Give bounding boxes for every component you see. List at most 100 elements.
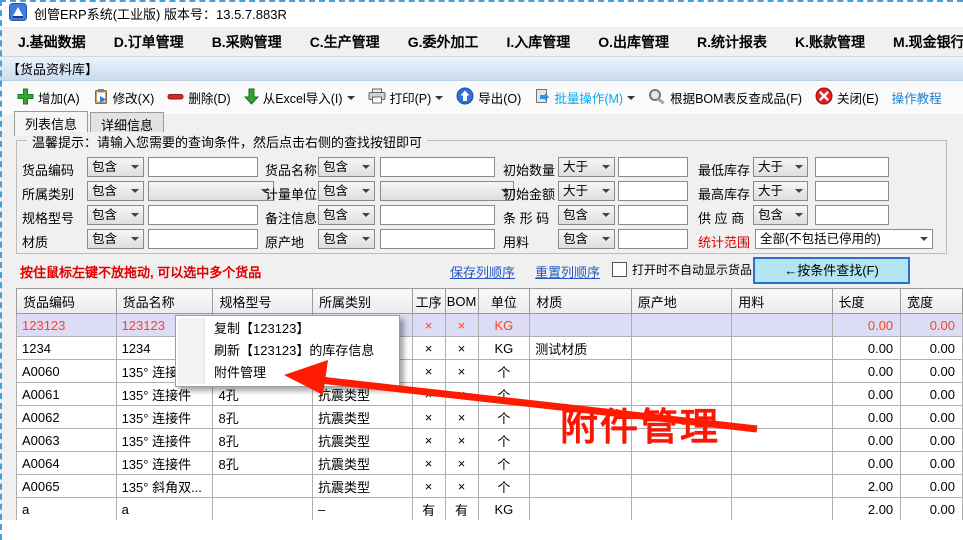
magnifier-icon [648,88,666,108]
filter-operator-dropdown[interactable]: 包含 [87,229,144,249]
filter-value-input[interactable] [815,157,889,177]
column-header[interactable]: 单位 [478,289,530,314]
filter-operator-dropdown[interactable]: 包含 [318,157,375,177]
menu-item-7[interactable]: O.出库管理 [584,32,683,52]
bom-lookup-button[interactable]: 根据BOM表反查成品(F) [645,86,805,110]
add-button[interactable]: 增加(A) [14,86,83,110]
import-excel-button[interactable]: 从Excel导入(I) [241,86,358,110]
table-cell [732,429,832,452]
column-header[interactable]: 长度 [832,289,901,314]
filter-operator-dropdown[interactable]: 大于 [558,157,615,177]
menu-item-5[interactable]: G.委外加工 [394,32,493,52]
filter-operator-dropdown[interactable]: 包含 [318,181,375,201]
filter-value-input[interactable] [148,205,258,225]
table-row[interactable]: A0060135° 连接件××个0.000.00 [17,360,963,383]
table-cell: × [445,452,478,475]
filter-value-input[interactable] [618,205,688,225]
table-cell: 135° 连接件 [116,429,213,452]
batch-operation-button[interactable]: 批量操作(M) [531,86,638,110]
context-menu-item-1[interactable]: 复制【123123】 [176,318,399,340]
table-row[interactable]: A0062135° 连接件8孔抗震类型××个0.000.00 [17,406,963,429]
close-button[interactable]: 关闭(E) [812,85,882,110]
filter-operator-dropdown[interactable]: 包含 [558,229,615,249]
autoload-checkbox[interactable] [612,262,627,277]
column-header[interactable]: 材质 [530,289,632,314]
menu-item-8[interactable]: R.统计报表 [683,32,781,52]
table-body: 123123123123–××KG0.000.0012341234××KG测试材… [17,314,963,521]
context-menu-item-3[interactable]: 附件管理 [176,362,399,384]
table-cell: × [412,314,445,337]
export-button[interactable]: 导出(O) [453,85,524,110]
filter-operator-dropdown[interactable]: 包含 [558,205,615,225]
table-cell: 0.00 [901,360,963,383]
context-menu-item-2[interactable]: 刷新【123123】的库存信息 [176,340,399,362]
filter-label: 最低库存 [698,160,750,179]
table-row[interactable]: A0063135° 连接件8孔抗震类型××个0.000.00 [17,429,963,452]
batch-doc-icon [534,88,550,108]
filter-value-input[interactable] [618,229,688,249]
filter-value-input[interactable] [380,229,495,249]
close-label: 关闭(E) [837,88,879,107]
menu-item-2[interactable]: D.订单管理 [100,32,198,52]
tutorial-link[interactable]: 操作教程 [889,86,945,109]
filter-operator-dropdown[interactable]: 包含 [753,205,808,225]
menu-item-10[interactable]: M.现金银行 [879,32,963,52]
column-header[interactable]: 宽度 [901,289,963,314]
find-by-condition-button[interactable]: ←按条件查找(F) [753,257,910,284]
table-header-row: 货品编码货品名称规格型号所属类别工序BOM单位材质原产地用料长度宽度 [17,289,963,314]
filter-operator-dropdown[interactable]: 包含 [87,181,144,201]
filter-value-input[interactable] [618,181,688,201]
filter-label: 用料 [503,232,529,251]
modify-button[interactable]: 修改(X) [90,86,158,110]
filter-label: 统计范围 [698,232,750,251]
table-cell [732,383,832,406]
table-row[interactable]: A0065135° 斜角双...抗震类型××个2.000.00 [17,475,963,498]
filter-value-input[interactable] [148,229,258,249]
filter-operator-dropdown[interactable]: 大于 [753,181,808,201]
print-button[interactable]: 打印(P) [365,86,447,109]
save-column-order-link[interactable]: 保存列顺序 [450,262,515,281]
filter-operator-dropdown[interactable]: 大于 [753,157,808,177]
table-cell: × [445,337,478,360]
table-row[interactable]: A0061135° 连接件4孔抗震类型××个0.000.00 [17,383,963,406]
filter-value-dropdown[interactable] [380,181,514,201]
column-header[interactable]: 工序 [412,289,445,314]
autoload-checkbox-label: 打开时不自动显示货品 [632,261,752,278]
table-row[interactable]: 123123123123–××KG0.000.00 [17,314,963,337]
table-row[interactable]: aa–有有KG2.000.00 [17,498,963,521]
table-cell: 8孔 [213,452,313,475]
column-header[interactable]: 货品编码 [17,289,117,314]
table-cell: KG [478,498,530,521]
filter-value-input[interactable] [380,157,495,177]
menu-item-1[interactable]: J.基础数据 [4,32,100,52]
filter-value-dropdown[interactable] [148,181,274,201]
column-header[interactable]: 用料 [732,289,832,314]
delete-button[interactable]: 删除(D) [164,86,233,110]
filter-operator-dropdown[interactable]: 包含 [87,205,144,225]
table-row[interactable]: A0064135° 连接件8孔抗震类型××个0.000.00 [17,452,963,475]
column-header[interactable]: 原产地 [631,289,731,314]
filter-value-input[interactable] [815,205,889,225]
filter-operator-dropdown[interactable]: 包含 [318,205,375,225]
table-cell: 8孔 [213,406,313,429]
menu-item-3[interactable]: B.采购管理 [198,32,296,52]
column-header[interactable]: 规格型号 [213,289,313,314]
filter-value-input[interactable] [380,205,495,225]
menu-item-4[interactable]: C.生产管理 [296,32,394,52]
filter-value-input[interactable] [815,181,889,201]
table-cell [732,475,832,498]
menu-item-9[interactable]: K.账款管理 [781,32,879,52]
table-row[interactable]: 12341234××KG测试材质0.000.00 [17,337,963,360]
reset-column-order-link[interactable]: 重置列顺序 [535,262,600,281]
menu-item-6[interactable]: I.入库管理 [492,32,584,52]
table-cell: 0.00 [901,475,963,498]
filter-value-input[interactable] [148,157,258,177]
filter-operator-dropdown[interactable]: 包含 [87,157,144,177]
column-header[interactable]: BOM [445,289,478,314]
column-header[interactable]: 货品名称 [116,289,213,314]
column-header[interactable]: 所属类别 [313,289,413,314]
filter-operator-dropdown[interactable]: 大于 [558,181,615,201]
filter-operator-dropdown[interactable]: 包含 [318,229,375,249]
filter-value-dropdown[interactable]: 全部(不包括已停用的) [755,229,933,249]
filter-value-input[interactable] [618,157,688,177]
